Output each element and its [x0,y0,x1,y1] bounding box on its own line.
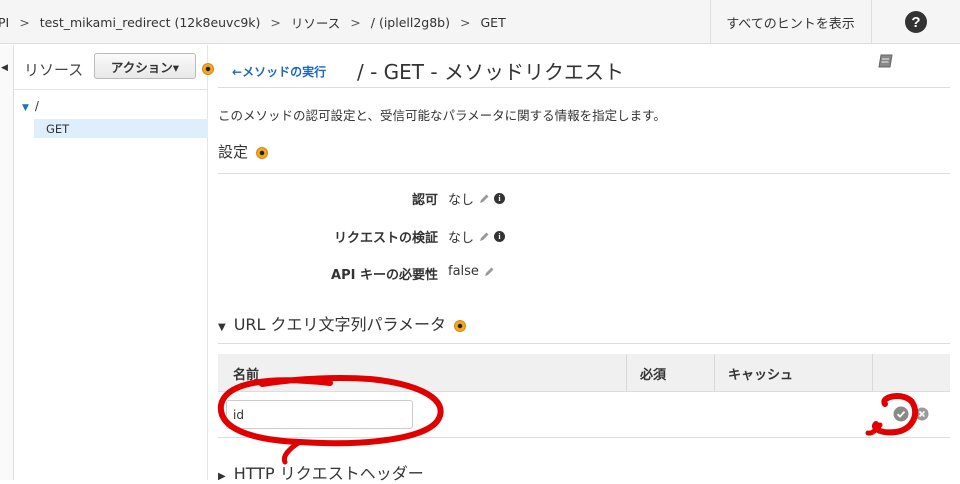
info-icon[interactable]: i [494,193,506,204]
hint-dot-icon[interactable] [454,319,467,332]
edit-pencil-icon[interactable] [478,231,490,243]
column-header-caching: キャッシュ [728,367,794,383]
tree-root-label: / [34,99,39,113]
actions-label: アクション▾ [110,59,180,75]
settings-heading: 設定 [218,141,268,162]
breadcrumb-item-root[interactable]: / (iplell2g8b) [371,15,450,30]
resources-title: リソース [24,61,84,79]
api-key-required-value: false [448,264,479,279]
header-divider [218,87,950,88]
breadcrumb-separator: > [270,14,281,30]
book-icon[interactable] [877,52,895,74]
tree-get-label: GET [46,121,70,136]
url-query-params-heading: URL クエリ文字列パラメータ [233,315,447,334]
breadcrumb-separator: > [460,14,471,30]
expand-triangle-icon: ▼ [218,322,226,333]
help-button[interactable]: ? [871,0,960,44]
back-link-label: メソッドの実行 [242,65,327,79]
http-request-headers-toggle[interactable]: ▶ HTTP リクエストヘッダー [218,460,424,484]
collapse-arrow-icon: ◀ [1,63,8,73]
breadcrumb-separator: > [19,14,30,30]
request-validation-label: リクエストの検証 [333,231,438,246]
column-header-name: 名前 [233,367,260,383]
confirm-check-icon[interactable] [893,406,909,426]
help-icon: ? [905,11,927,33]
settings-heading-label: 設定 [218,143,249,161]
top-bar: PI > test_mikami_redirect (12k8euvc9k) >… [0,0,960,44]
request-validation-value-row: なし i [448,227,506,246]
breadcrumb-item-resources[interactable]: リソース [291,13,340,32]
collapse-strip[interactable]: ◀ [0,45,14,480]
settings-divider [218,173,950,174]
back-arrow-icon: ← [232,65,243,79]
column-separator [626,354,627,392]
tree-item-root[interactable]: ▼ / [22,99,39,113]
breadcrumb: PI > test_mikami_redirect (12k8euvc9k) >… [0,0,700,44]
param-name-input[interactable] [226,400,413,429]
page-title: / - GET - メソッドリクエスト [357,60,624,84]
auth-label: 認可 [411,193,438,208]
breadcrumb-item-api-name[interactable]: test_mikami_redirect (12k8euvc9k) [40,15,261,30]
edit-pencil-icon[interactable] [478,193,490,205]
show-all-hints-button[interactable]: すべてのヒントを表示 [710,0,870,44]
tree-item-get[interactable]: GET [34,119,208,138]
edit-pencil-icon[interactable] [483,266,495,278]
api-key-required-label: API キーの必要性 [331,268,438,283]
column-separator [714,354,715,392]
resources-divider [14,89,208,90]
actions-dropdown-button[interactable]: アクション▾ [94,53,196,79]
collapsed-triangle-icon: ▶ [218,471,226,482]
back-to-method-execution-link[interactable]: ←メソッドの実行 [232,63,326,80]
table-row-divider [218,437,950,438]
params-table-header: 名前 必須 キャッシュ [218,354,950,392]
column-header-required: 必須 [640,367,667,383]
method-description: このメソッドの認可設定と、受信可能なパラメータに関する情報を指定します。 [218,108,666,123]
breadcrumb-item-api[interactable]: PI [0,15,9,30]
breadcrumb-separator: > [350,14,361,30]
resources-panel: リソース アクション▾ ▼ / GET [14,45,208,480]
expand-triangle-icon[interactable]: ▼ [22,103,29,113]
show-all-hints-label: すべてのヒントを表示 [726,16,855,32]
breadcrumb-item-method: GET [480,14,506,30]
request-validation-value: なし [448,231,475,246]
url-params-divider [218,343,950,344]
hint-dot-icon[interactable] [255,146,268,159]
info-icon[interactable]: i [494,231,506,242]
http-request-headers-heading: HTTP リクエストヘッダー [233,464,424,483]
cancel-x-icon[interactable] [915,407,929,425]
api-key-required-value-row: false [448,264,495,279]
annotation-check-tail [865,422,883,436]
column-separator [872,354,873,392]
auth-value: なし [448,193,475,208]
url-query-params-toggle[interactable]: ▼ URL クエリ文字列パラメータ [218,311,467,335]
auth-value-row: なし i [448,189,506,208]
annotation-tail [281,439,303,465]
hint-dot-icon[interactable] [202,63,214,75]
